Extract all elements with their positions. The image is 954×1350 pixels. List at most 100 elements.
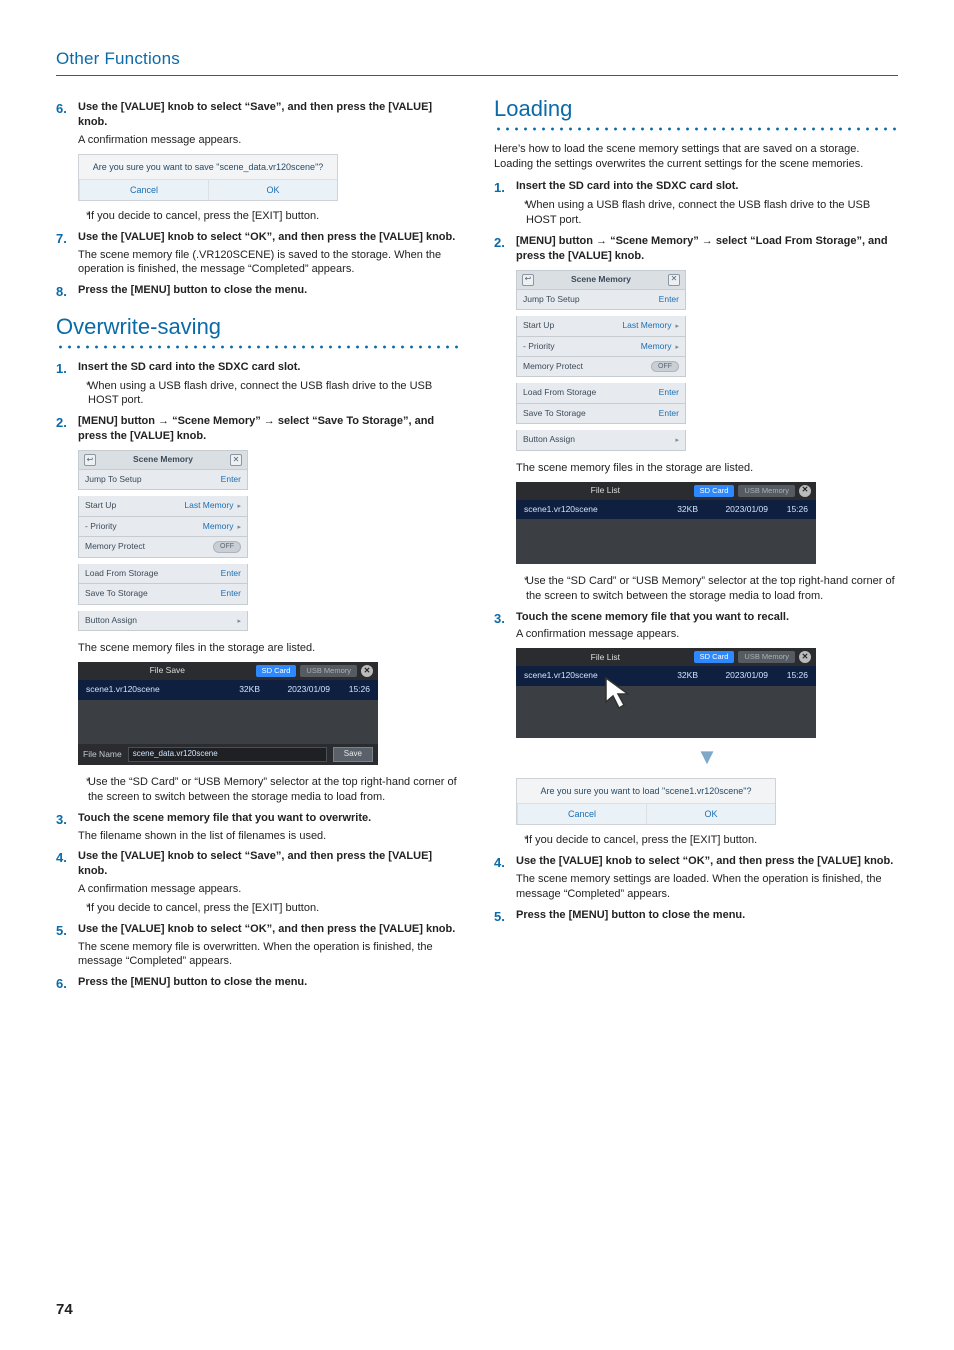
divider-dotted (56, 344, 460, 350)
dialog-cancel-button[interactable]: Cancel (517, 803, 646, 824)
file-size: 32KB (658, 670, 698, 681)
ow-step-3: 3. Touch the scene memory file that you … (56, 811, 460, 844)
right-column: Loading Here’s how to load the scene mem… (494, 94, 898, 996)
row-value[interactable] (671, 434, 679, 445)
file-name: scene1.vr120scene (524, 504, 658, 515)
row-label: Memory Protect (523, 361, 583, 372)
row-value[interactable]: Enter (221, 474, 241, 485)
row-value[interactable]: Enter (659, 387, 679, 398)
step-title: Use the [VALUE] knob to select “OK”, and… (78, 922, 460, 937)
ow-step-1: 1. Insert the SD card into the SDXC card… (56, 360, 460, 409)
arrow-icon: → (264, 415, 275, 427)
row-value[interactable]: Memory (641, 341, 679, 352)
section-title-loading: Loading (494, 94, 898, 124)
step-title: [MENU] button → “Scene Memory” → select … (78, 414, 460, 444)
step-number: 7. (56, 230, 67, 248)
step-number: 6. (56, 100, 67, 118)
row-label: Start Up (523, 320, 554, 331)
usb-memory-selector[interactable]: USB Memory (738, 485, 795, 497)
sd-card-selector[interactable]: SD Card (694, 485, 735, 497)
row-value[interactable]: Enter (221, 568, 241, 579)
back-icon[interactable]: ↩ (84, 454, 96, 466)
step-8: 8. Press the [MENU] button to close the … (56, 283, 460, 298)
row-value[interactable]: OFF (213, 541, 241, 552)
row-label: Jump To Setup (523, 294, 580, 305)
step-note: If you decide to cancel, press the [EXIT… (516, 833, 898, 848)
panel-title: File List (521, 652, 690, 663)
row-label: Load From Storage (85, 568, 158, 579)
step-number: 5. (56, 922, 67, 940)
step-number: 3. (56, 811, 67, 829)
left-column: 6. Use the [VALUE] knob to select “Save”… (56, 94, 460, 996)
file-row[interactable]: scene1.vr120scene 32KB 2023/01/09 15:26 (516, 666, 816, 685)
step-title: Use the [VALUE] knob to select “Save”, a… (78, 849, 460, 879)
row-label: Save To Storage (523, 408, 586, 419)
row-value[interactable]: Memory (203, 521, 241, 532)
step-title: Use the [VALUE] knob to select “Save”, a… (78, 100, 460, 130)
close-icon[interactable]: ✕ (799, 485, 811, 497)
step-7: 7. Use the [VALUE] knob to select “OK”, … (56, 230, 460, 278)
step-title: Press the [MENU] button to close the men… (78, 975, 460, 990)
row-label: - Priority (523, 341, 555, 352)
back-icon[interactable]: ↩ (522, 274, 534, 286)
file-name-input[interactable]: scene_data.vr120scene (128, 747, 327, 762)
step-title: Use the [VALUE] knob to select “OK”, and… (516, 854, 898, 869)
ow-step-4: 4. Use the [VALUE] knob to select “Save”… (56, 849, 460, 915)
close-icon[interactable]: ✕ (799, 651, 811, 663)
section-intro: Here’s how to load the scene memory sett… (494, 142, 898, 172)
row-label: Start Up (85, 500, 116, 511)
close-icon[interactable]: ✕ (361, 665, 373, 677)
step-title: Insert the SD card into the SDXC card sl… (516, 179, 898, 194)
file-size: 32KB (220, 684, 260, 695)
file-time: 15:26 (330, 684, 370, 695)
usb-memory-selector[interactable]: USB Memory (738, 651, 795, 663)
ld-step-4: 4. Use the [VALUE] knob to select “OK”, … (494, 854, 898, 902)
dialog-cancel-button[interactable]: Cancel (79, 179, 208, 200)
usb-memory-selector[interactable]: USB Memory (300, 665, 357, 677)
row-value[interactable]: Enter (221, 588, 241, 599)
step-number: 2. (56, 414, 67, 432)
row-label: - Priority (85, 521, 117, 532)
step-body: The scene memory file is overwritten. Wh… (78, 940, 460, 970)
step-number: 5. (494, 908, 505, 926)
step-note: Use the “SD Card” or “USB Memory” select… (516, 574, 898, 604)
sd-card-selector[interactable]: SD Card (694, 651, 735, 663)
row-value[interactable]: Last Memory (622, 320, 679, 331)
save-button[interactable]: Save (333, 747, 373, 762)
row-value[interactable]: Enter (659, 408, 679, 419)
step-note: Use the “SD Card” or “USB Memory” select… (78, 775, 460, 805)
step-body: The scene memory files in the storage ar… (78, 641, 460, 656)
file-name: scene1.vr120scene (86, 684, 220, 695)
file-row[interactable]: scene1.vr120scene 32KB 2023/01/09 15:26 (516, 500, 816, 519)
page-number: 74 (56, 1300, 73, 1320)
row-value[interactable] (233, 615, 241, 626)
divider-dotted (494, 126, 898, 132)
step-body: A confirmation message appears. (78, 882, 460, 897)
file-list-panel-touch: File List SD Card USB Memory ✕ scene1.vr… (516, 648, 816, 738)
row-value[interactable]: Enter (659, 294, 679, 305)
file-date: 2023/01/09 (698, 504, 768, 515)
step-number: 4. (56, 849, 67, 867)
row-label: Button Assign (85, 615, 137, 626)
file-name: scene1.vr120scene (524, 670, 658, 681)
dialog-message: Are you sure you want to load "scene1.vr… (517, 779, 775, 803)
step-body: The scene memory files in the storage ar… (516, 461, 898, 476)
close-icon[interactable]: ✕ (230, 454, 242, 466)
file-row[interactable]: scene1.vr120scene 32KB 2023/01/09 15:26 (78, 680, 378, 699)
down-arrow-icon: ▼ (516, 742, 898, 772)
ow-step-5: 5. Use the [VALUE] knob to select “OK”, … (56, 922, 460, 970)
dialog-ok-button[interactable]: OK (208, 179, 337, 200)
step-title: Insert the SD card into the SDXC card sl… (78, 360, 460, 375)
row-value[interactable]: Last Memory (184, 500, 241, 511)
step-note: If you decide to cancel, press the [EXIT… (78, 209, 460, 224)
step-body: The scene memory settings are loaded. Wh… (516, 872, 898, 902)
close-icon[interactable]: ✕ (668, 274, 680, 286)
panel-title: File Save (83, 665, 252, 676)
step-number: 2. (494, 234, 505, 252)
step-number: 6. (56, 975, 67, 993)
row-value[interactable]: OFF (651, 361, 679, 372)
sd-card-selector[interactable]: SD Card (256, 665, 297, 677)
dialog-ok-button[interactable]: OK (646, 803, 775, 824)
confirm-dialog: Are you sure you want to load "scene1.vr… (516, 778, 776, 825)
panel-title: Scene Memory (133, 454, 193, 465)
